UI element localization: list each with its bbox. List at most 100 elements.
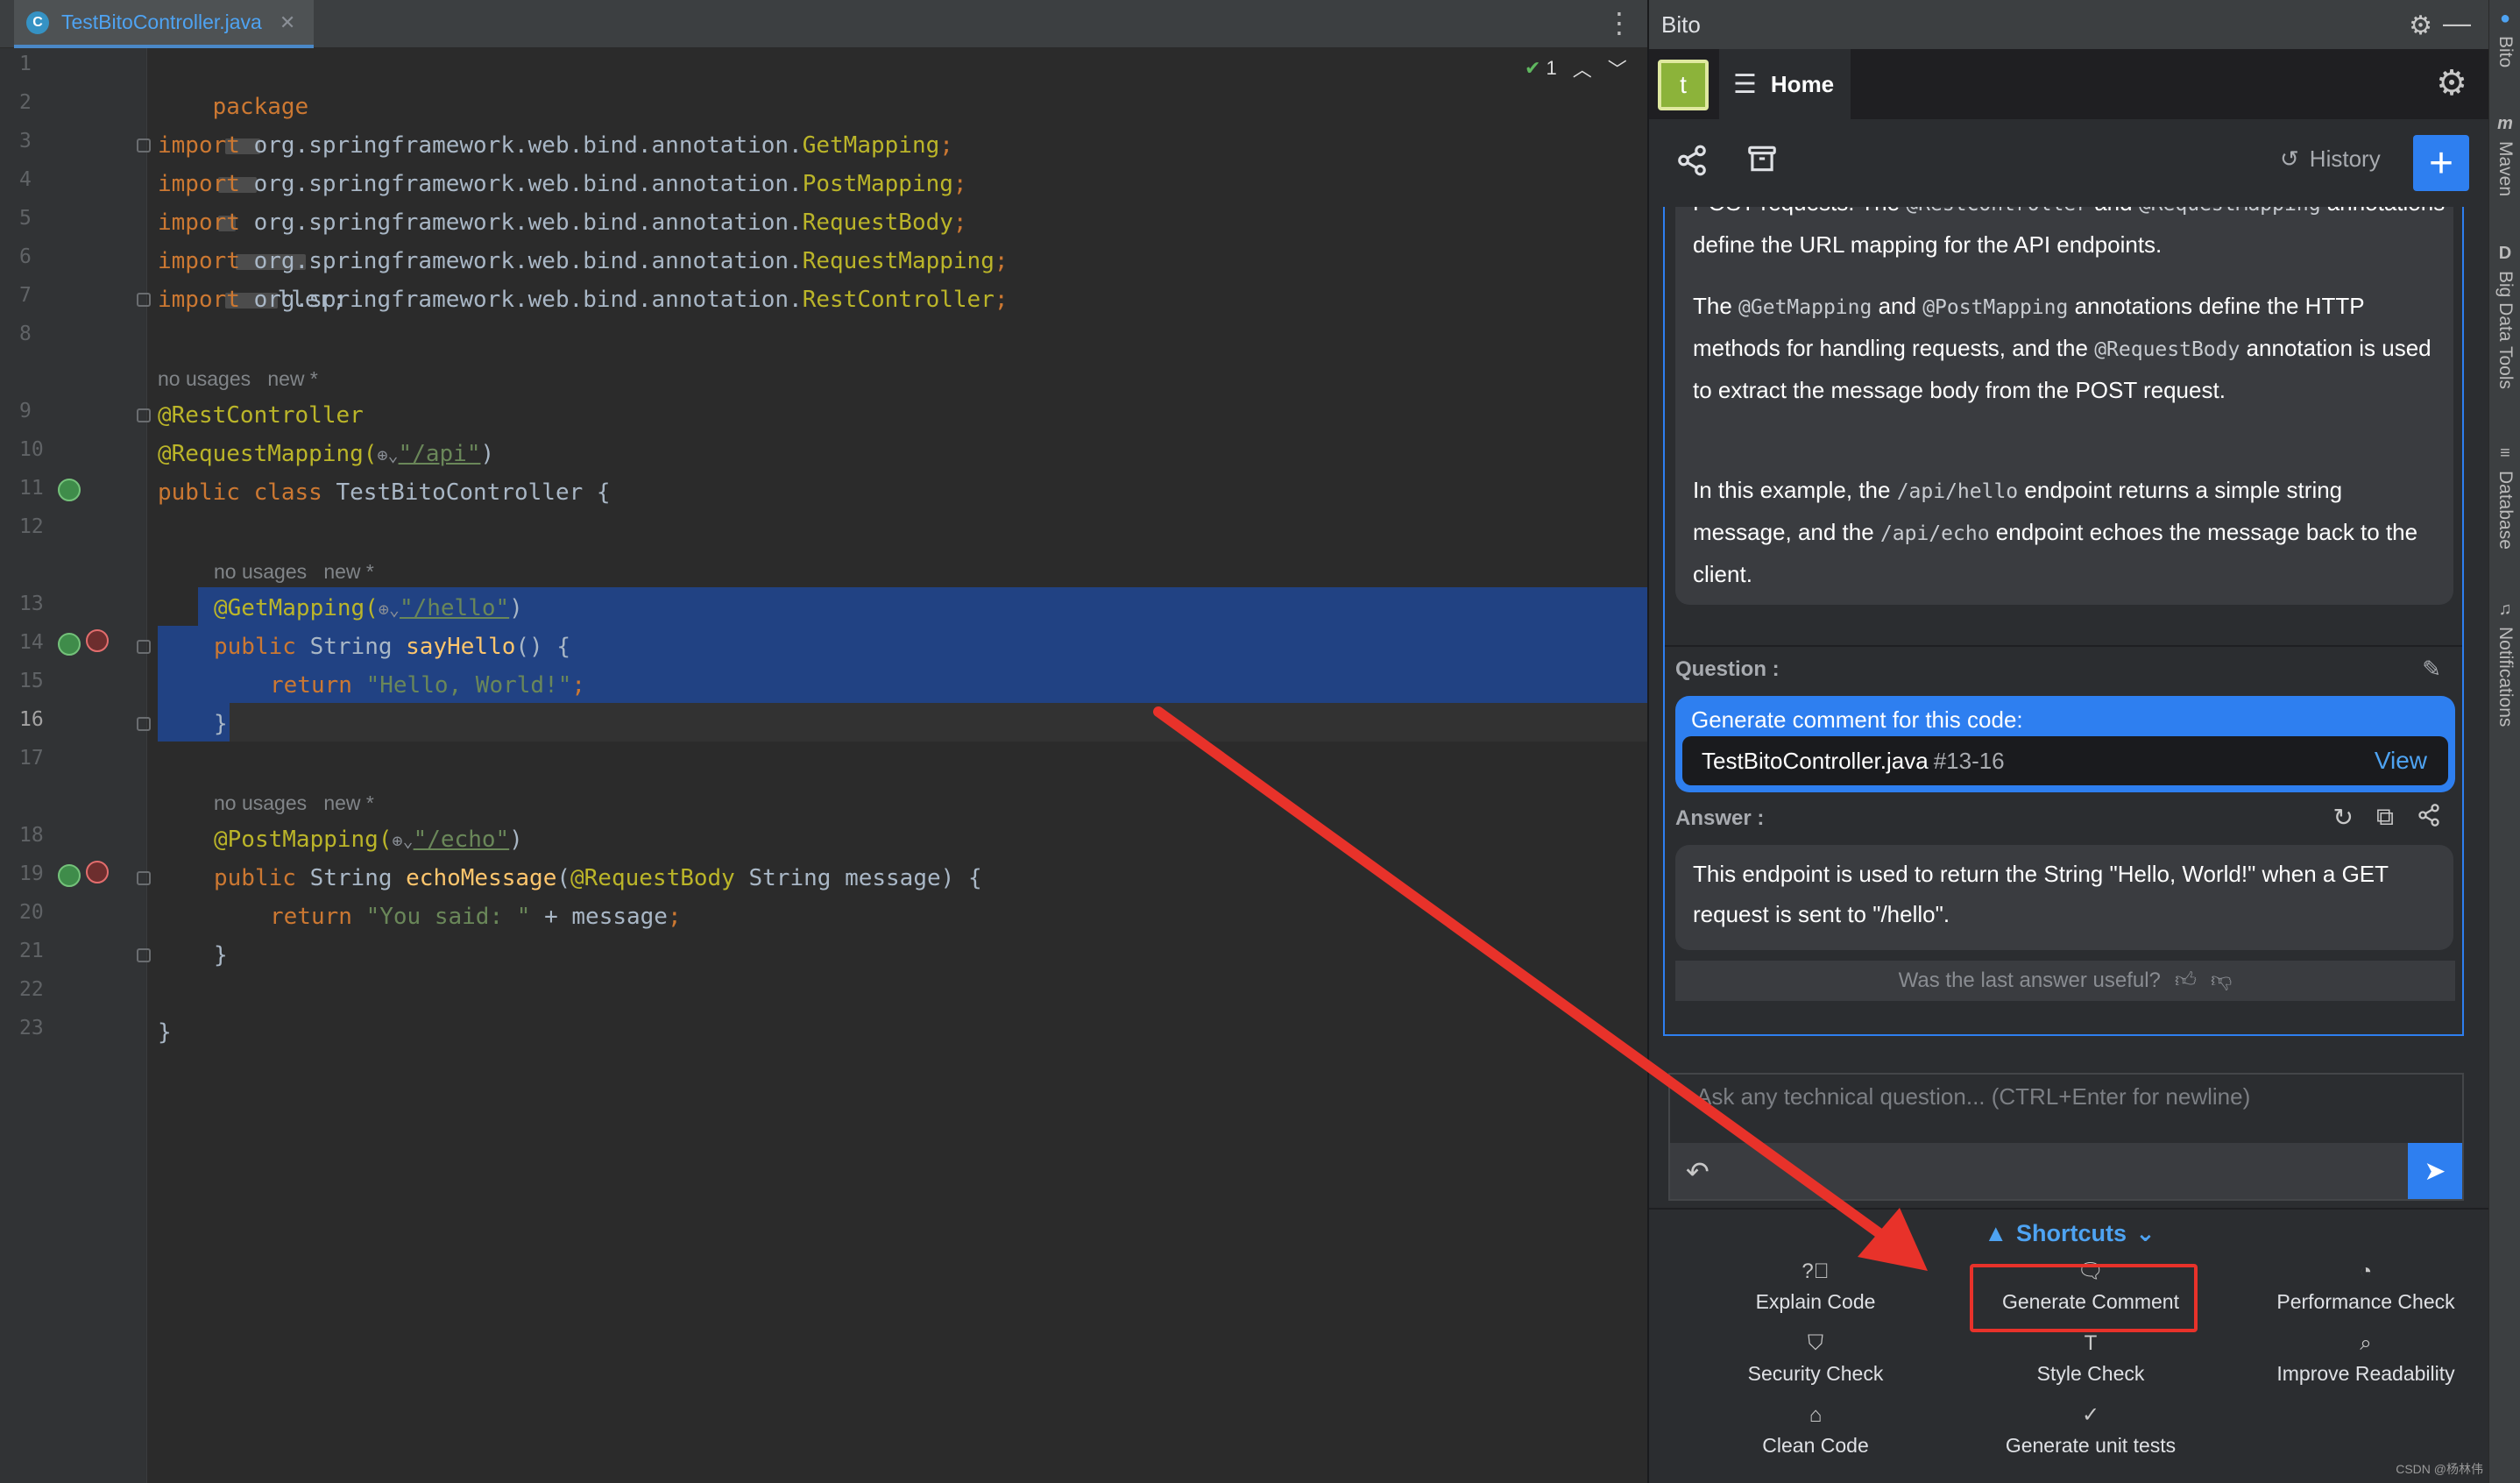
answer-actions: ↻ ⧉ [2333,803,2441,834]
code-text: } [158,1019,172,1046]
keyword: return [270,904,352,930]
fold-icon[interactable] [137,640,151,654]
line-number: 1 [19,53,32,75]
new-chat-button[interactable]: + [2413,135,2469,191]
shortcut-performance-check[interactable]: ◔ Performance Check [2234,1259,2497,1314]
fold-icon[interactable] [137,948,151,962]
author-hint: new * [323,560,374,583]
class-name: RestController [802,287,995,313]
keyword: package [212,94,309,120]
globe-icon[interactable]: ⊕⌄ [377,444,398,465]
line-number: 13 [19,592,44,615]
chevron-down-icon[interactable]: ﹀ [1608,54,1627,82]
spring-bean-icon[interactable] [58,479,81,501]
editor-tab-label: TestBitoController.java [61,11,262,33]
edit-icon[interactable]: ✎ [2422,656,2441,683]
chat-input[interactable]: Ask any technical question... (CTRL+Ente… [1668,1073,2464,1201]
code-text: ; [571,672,586,699]
code-vision-hint[interactable]: no usages new * [214,552,374,591]
gear-icon[interactable]: ⚙ [2409,11,2432,41]
regenerate-icon[interactable]: ↻ [2333,803,2354,834]
fold-icon[interactable] [137,871,151,885]
annotation: @GetMapping( [214,595,379,621]
shortcut-security-check[interactable]: ⛉ Security Check [1684,1330,1947,1386]
keyword: import [158,248,240,274]
line-number: 10 [19,438,44,461]
shortcut-generate-unit-tests[interactable]: ✓ Generate unit tests [1959,1402,2222,1458]
line-number: 14 [19,631,44,654]
line-number: 2 [19,91,32,114]
editor-tab-testbitocontroller[interactable]: C TestBitoController.java ✕ [14,0,314,48]
url-path[interactable]: "/api" [399,441,481,467]
code-text: String [295,634,407,660]
inspection-widget[interactable]: ✔ 1 ︿ ﹀ [1525,54,1627,82]
globe-icon[interactable]: ⊕⌄ [379,599,400,620]
code-vision-hint[interactable]: no usages new * [158,359,318,398]
more-options-icon[interactable]: ⋮ [1605,7,1633,39]
code-editor[interactable]: C TestBitoController.java ✕ ⋮ ✔ 1 ︿ ﹀ 1 … [0,0,1647,1483]
fold-icon[interactable] [137,138,151,153]
chat-input-toolbar: ↶ ➤ [1670,1143,2462,1199]
shortcut-explain-code[interactable]: ?⃝ Explain Code [1684,1259,1947,1314]
share-icon[interactable] [1675,144,1709,186]
close-icon[interactable]: ✕ [280,11,295,34]
question-line-range: #13-16 [1933,747,2005,774]
code-text: org.springframework.web.bind.annotation. [239,209,803,236]
shortcut-clean-code[interactable]: ⌂ Clean Code [1684,1402,1947,1458]
trash-icon[interactable] [1745,142,1779,184]
shortcuts-toggle[interactable]: ▲ Shortcuts ⌄ [1649,1220,2490,1247]
answer-text: This endpoint is used to return the Stri… [1693,861,2389,927]
tool-window-database[interactable]: ≡ Database [2489,443,2520,550]
code-line-16: } [214,705,228,743]
tool-window-maven[interactable]: m Maven [2489,114,2520,196]
code-text: TestBitoController { [322,479,611,506]
shortcut-style-check[interactable]: T Style Check [1959,1330,2222,1386]
shortcut-label: Improve Readability [2276,1362,2455,1385]
line-number: 19 [19,862,44,885]
code-text: ) [509,595,523,621]
bito-toolbar: ↺ History + [1649,119,2490,207]
tool-window-big-data-tools[interactable]: D Big Data Tools [2489,244,2520,389]
thumbs-up-icon[interactable]: 👍︎ [2175,969,2197,993]
annotation: @PostMapping( [214,827,393,853]
history-button[interactable]: ↺ History [2280,145,2381,173]
copy-icon[interactable]: ⧉ [2376,803,2394,834]
chevron-up-icon[interactable]: ︿ [1573,54,1592,82]
request-mapping-icon[interactable] [86,861,109,883]
code-vision-hint[interactable]: no usages new * [214,784,374,822]
request-mapping-icon[interactable] [86,629,109,652]
answer-card: This endpoint is used to return the Stri… [1675,845,2453,950]
spring-bean-icon[interactable] [58,633,81,656]
answer-label: Answer : [1675,806,1765,830]
undo-icon[interactable]: ↶ [1686,1155,1709,1189]
shortcut-improve-readability[interactable]: ⌕ Improve Readability [2234,1330,2497,1386]
class-name: PostMapping [802,171,953,197]
code-text: } [214,942,228,969]
thumbs-down-icon[interactable]: 👎︎ [2211,969,2232,993]
tool-window-bito[interactable]: ● Bito [2489,9,2520,67]
conversation-area[interactable]: POST requests. The @RestController and @… [1663,207,2464,1036]
settings-gear-icon[interactable]: ⚙ [2436,63,2467,103]
code-text: ) [480,441,495,467]
minimize-icon[interactable]: — [2443,7,2471,39]
bito-panel: Bito ⚙ — t ☰ Home ⚙ ↺ History + POST req… [1647,0,2490,1483]
fold-icon[interactable] [137,717,151,731]
fold-icon[interactable] [137,408,151,422]
line-number: 22 [19,978,44,1001]
fold-icon[interactable] [137,293,151,307]
line-number: 21 [19,940,44,962]
share-icon[interactable] [2417,803,2441,834]
url-path[interactable]: "/hello" [400,595,509,621]
view-code-link[interactable]: View [2375,747,2427,775]
tab-home[interactable]: ☰ Home [1719,49,1851,119]
tool-window-notifications[interactable]: ♫ Notifications [2489,600,2520,727]
shortcut-label: Performance Check [2276,1290,2455,1313]
avatar[interactable]: t [1658,60,1709,110]
editor-tab-bar: C TestBitoController.java ✕ ⋮ [0,0,1647,48]
url-path[interactable]: "/echo" [414,827,510,853]
shortcut-label: Style Check [2036,1362,2145,1385]
send-button[interactable]: ➤ [2408,1143,2462,1199]
globe-icon[interactable]: ⊕⌄ [393,830,414,851]
answer-paragraph: POST requests. The @RestController and @… [1693,207,2445,258]
spring-bean-icon[interactable] [58,864,81,887]
